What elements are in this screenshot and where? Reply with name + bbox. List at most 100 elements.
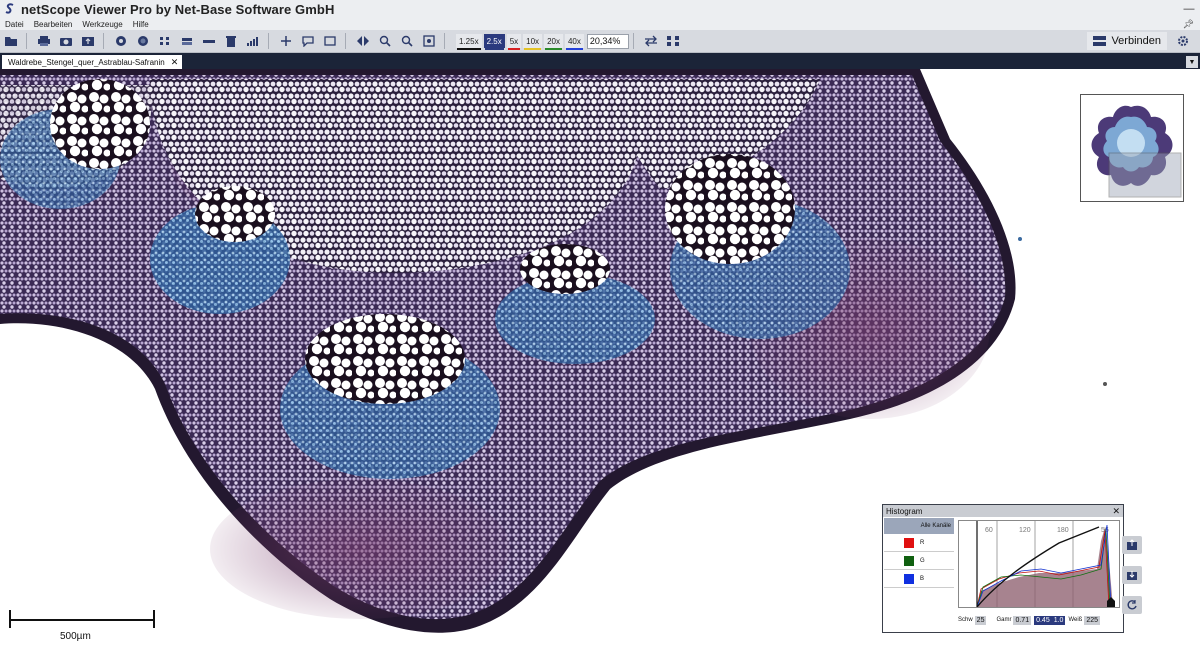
image-viewer[interactable]: 500µm Histogram ✕ Alle Kanäle R G B 60 1…	[0, 69, 1200, 648]
menu-bearbeiten[interactable]: Bearbeiten	[29, 20, 78, 29]
reset-icon	[1127, 600, 1137, 610]
black-value-field[interactable]: 25	[974, 615, 987, 625]
zoom-percent-field[interactable]: 20,34%	[586, 33, 629, 49]
comment-icon[interactable]	[298, 32, 318, 50]
import-icon	[1127, 571, 1137, 580]
channel-b-button[interactable]: B	[884, 570, 954, 588]
channel-g-button[interactable]: G	[884, 552, 954, 570]
zoom-1-25x-button[interactable]: 1.25x	[456, 34, 482, 50]
toolbar-separator	[632, 33, 636, 49]
gamma-value-field[interactable]: 0.71	[1013, 615, 1032, 625]
channel-g-swatch	[904, 555, 914, 566]
signal-bars-icon[interactable]	[243, 32, 263, 50]
menu-bar: Datei Bearbeiten Werkzeuge Hilfe 📌︎	[0, 18, 1200, 30]
white-label: Weiß	[1068, 617, 1083, 623]
histogram-chart: 60 120 180 56	[976, 521, 1115, 608]
zoom-color-bar	[565, 48, 583, 50]
grid-dots-icon[interactable]	[155, 32, 175, 50]
zoom-10x-button[interactable]: 10x	[523, 34, 543, 50]
histogram-title: Histogram	[886, 506, 923, 516]
document-tab-bar: Waldrebe_Stengel_quer_Astrablau-Safranin…	[0, 53, 1200, 69]
zoom-color-bar	[524, 48, 542, 50]
zoom-level-group: 1.25x 2.5x 5x 10x 20x 40x 20,34%	[455, 33, 629, 50]
open-folder-icon[interactable]	[1, 32, 21, 50]
trash-icon[interactable]	[221, 32, 241, 50]
tick-label: 120	[1019, 527, 1031, 534]
black-label: Schw	[958, 617, 973, 623]
channel-r-swatch	[904, 537, 914, 548]
zoom-label: 2.5x	[486, 36, 502, 46]
channel-all-button[interactable]: Alle Kanäle	[884, 518, 954, 534]
pin-icon[interactable]: 📌︎	[1183, 19, 1194, 30]
zoom-in-icon[interactable]	[375, 32, 395, 50]
channel-label: B	[920, 575, 925, 582]
target-icon[interactable]	[133, 32, 153, 50]
range-high-field[interactable]: 1.0	[1051, 615, 1066, 625]
reset-button[interactable]	[1122, 596, 1142, 614]
histogram-controls: Schw 25 Gamr 0.71 0.45 1.0 Weiß 225	[955, 612, 1121, 628]
zoom-40x-button[interactable]: 40x	[564, 34, 584, 50]
swap-arrows-icon[interactable]	[641, 32, 661, 50]
zoom-2-5x-button[interactable]: 2.5x	[483, 34, 505, 50]
settings-gear-icon[interactable]	[1173, 32, 1193, 50]
menu-hilfe[interactable]: Hilfe	[128, 20, 154, 29]
title-bar: netScope Viewer Pro by Net-Base Software…	[0, 0, 1200, 18]
toolbar-separator	[26, 33, 29, 49]
eye-icon[interactable]	[111, 32, 131, 50]
zoom-color-bar	[457, 48, 481, 50]
zoom-label: 20x	[547, 36, 560, 46]
overview-specimen-image	[1091, 105, 1182, 198]
toolbar-separator	[345, 33, 348, 49]
channel-label: R	[920, 539, 925, 546]
toolbar-separator	[268, 33, 271, 49]
camera-icon[interactable]	[56, 32, 76, 50]
layers-icon[interactable]	[177, 32, 197, 50]
channel-label: G	[920, 557, 925, 564]
app-title: netScope Viewer Pro by Net-Base Software…	[21, 1, 335, 17]
histogram-action-button[interactable]	[1122, 536, 1142, 554]
connect-label: Verbinden	[1111, 35, 1161, 47]
histogram-header: Histogram ✕	[883, 505, 1123, 517]
minus-bar-icon[interactable]	[199, 32, 219, 50]
gamma-label: Gamr	[996, 617, 1012, 623]
rectangle-icon[interactable]	[320, 32, 340, 50]
export-icon	[1127, 539, 1137, 550]
print-icon[interactable]	[34, 32, 54, 50]
zoom-20x-button[interactable]: 20x	[544, 34, 563, 50]
fit-icon[interactable]	[419, 32, 439, 50]
white-value-field[interactable]: 225	[1084, 615, 1101, 625]
zoom-5x-button[interactable]: 5x	[506, 34, 522, 50]
crosshair-icon[interactable]	[276, 32, 296, 50]
zoom-color-bar	[484, 48, 504, 50]
channel-list: Alle Kanäle R G B	[884, 518, 954, 630]
fullscreen-icon[interactable]	[663, 32, 683, 50]
zoom-color-bar	[545, 48, 562, 50]
channel-b-swatch	[904, 573, 914, 584]
range-low-field[interactable]: 0.45	[1034, 615, 1052, 625]
app-logo-icon	[3, 2, 17, 16]
histogram-action-button[interactable]	[1122, 566, 1142, 584]
server-icon	[1093, 35, 1107, 46]
menu-werkzeuge[interactable]: Werkzeuge	[77, 20, 127, 29]
zoom-label: 1.25x	[459, 36, 479, 46]
zoom-out-icon[interactable]	[397, 32, 417, 50]
tab-document[interactable]: Waldrebe_Stengel_quer_Astrablau-Safranin…	[2, 55, 183, 69]
menu-datei[interactable]: Datei	[0, 20, 29, 29]
zoom-label: 40x	[567, 36, 581, 46]
connect-button[interactable]: Verbinden	[1087, 32, 1167, 50]
histogram-plot[interactable]: 60 120 180 56	[958, 520, 1120, 608]
zoom-color-bar	[507, 48, 521, 50]
toolbar-separator	[103, 33, 106, 49]
minimize-icon[interactable]: —	[1182, 2, 1196, 16]
close-icon[interactable]: ✕	[1112, 506, 1120, 517]
flip-icon[interactable]	[353, 32, 373, 50]
histogram-panel: Histogram ✕ Alle Kanäle R G B 60 120 180…	[882, 504, 1124, 633]
close-icon[interactable]: ✕	[171, 57, 179, 68]
overview-thumbnail[interactable]	[1080, 94, 1184, 202]
chevron-down-icon[interactable]: ▼	[1186, 56, 1198, 68]
export-icon[interactable]	[78, 32, 98, 50]
channel-r-button[interactable]: R	[884, 534, 954, 552]
zoom-label: 10x	[526, 36, 540, 46]
tick-label: 60	[985, 527, 993, 534]
toolbar-separator	[444, 33, 447, 49]
